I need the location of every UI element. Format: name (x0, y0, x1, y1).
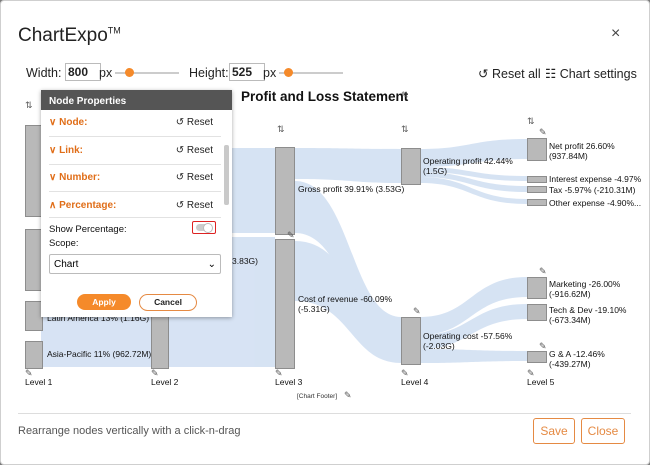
label-cost-of-revenue: Cost of revenue -60.09% (-5.31G) (298, 294, 393, 314)
panel-row-percentage[interactable]: ∧ Percentage: ↺ Reset (49, 198, 221, 216)
label-l2-partial: 3.83G) (232, 256, 258, 266)
panel-title: Node Properties (41, 90, 232, 110)
label-tax: Tax -5.97% (-210.31M) (549, 185, 636, 195)
reset-button[interactable]: ↺ Reset (176, 117, 213, 128)
chevron-down-icon: ⌄ (207, 259, 216, 270)
hint-text: Rearrange nodes vertically with a click-… (18, 425, 241, 437)
divider (49, 191, 221, 192)
scope-label: Scope: (49, 238, 79, 249)
scope-select[interactable]: Chart ⌄ (49, 254, 221, 274)
label-operating-profit: Operating profit 42.44% (1.5G) (423, 156, 513, 176)
sort-icon[interactable]: ⇅ (25, 101, 34, 110)
node-cost-of-revenue[interactable] (275, 239, 295, 369)
node-marketing[interactable] (527, 277, 547, 299)
cancel-button[interactable]: Cancel (139, 294, 197, 311)
reset-button[interactable]: ↺ Reset (176, 172, 213, 183)
node-tax[interactable] (527, 186, 547, 193)
panel-row-node[interactable]: ∨ Node: ↺ Reset (49, 115, 221, 133)
node-operating-profit[interactable] (401, 148, 421, 185)
edit-pencil-icon[interactable]: ✎ (539, 342, 548, 351)
reset-button[interactable]: ↺ Reset (176, 145, 213, 156)
edit-pencil-icon[interactable]: ✎ (287, 231, 296, 240)
edit-pencil-icon[interactable]: ✎ (539, 128, 548, 137)
node-gross-profit[interactable] (275, 147, 295, 235)
edit-pencil-icon[interactable]: ✎ (275, 369, 284, 378)
reset-button[interactable]: ↺ Reset (176, 200, 213, 211)
sort-icon[interactable]: ⇅ (277, 125, 286, 134)
footer-divider (18, 413, 631, 414)
node-other-expense[interactable] (527, 199, 547, 206)
level-label: Level 2 (151, 377, 179, 387)
chart-title: Profit and Loss Statement (241, 89, 409, 104)
node-net-profit[interactable] (527, 138, 547, 161)
panel-row-label: ∧ Percentage: (49, 200, 117, 211)
label-marketing: Marketing -26.00% (-916.62M) (549, 279, 621, 299)
label-ga: G & A -12.46% (-439.27M) (549, 349, 605, 369)
level-label: Level 4 (401, 377, 429, 387)
panel-row-label: ∨ Number: (49, 172, 101, 183)
apply-button[interactable]: Apply (77, 294, 131, 310)
chevron-down-icon: ∨ (49, 145, 57, 156)
reset-icon: ↺ (175, 117, 185, 128)
chart-dialog: ChartExpoTM × Width: 800 px Height: 525 … (0, 0, 650, 465)
panel-row-number[interactable]: ∨ Number: ↺ Reset (49, 170, 221, 188)
link-gross-opprofit (295, 148, 401, 183)
chart-footer: [Chart Footer] (297, 393, 338, 400)
edit-pencil-icon[interactable]: ✎ (527, 369, 536, 378)
level-label: Level 3 (275, 377, 303, 387)
chevron-up-icon: ∧ (49, 200, 57, 211)
label-operating-cost: Operating cost -57.56% (-2.03G) (423, 331, 513, 351)
reset-icon: ↺ (175, 145, 185, 156)
reset-icon: ↺ (175, 172, 185, 183)
label-asia-pacific: Asia-Pacific 11% (962.72M) (47, 349, 152, 359)
sort-icon[interactable]: ⇅ (401, 125, 410, 134)
node-l1-asia[interactable] (25, 341, 43, 369)
edit-title-pencil-icon[interactable]: ✎ (401, 91, 410, 100)
divider (49, 136, 221, 137)
edit-pencil-icon[interactable]: ✎ (413, 307, 422, 316)
divider (49, 217, 221, 218)
edit-footer-pencil-icon[interactable]: ✎ (344, 391, 353, 400)
show-percentage-toggle[interactable] (192, 221, 216, 234)
node-operating-cost[interactable] (401, 317, 421, 365)
label-gross-profit: Gross profit 39.91% (3.53G) (298, 184, 405, 194)
link-opcost-ga (420, 349, 527, 363)
divider (49, 164, 221, 165)
label-tech-dev: Tech & Dev -19.10% (-673.34M) (549, 305, 627, 325)
panel-row-link[interactable]: ∨ Link: ↺ Reset (49, 143, 221, 161)
edit-pencil-icon[interactable]: ✎ (401, 369, 410, 378)
sort-icon[interactable]: ⇅ (527, 117, 536, 126)
close-button[interactable]: Close (581, 418, 625, 444)
node-tech-dev[interactable] (527, 304, 547, 321)
panel-row-label: ∨ Link: (49, 145, 83, 156)
node-ga[interactable] (527, 351, 547, 363)
chevron-down-icon: ∨ (49, 172, 57, 183)
edit-pencil-icon[interactable]: ✎ (151, 369, 160, 378)
edit-pencil-icon[interactable]: ✎ (539, 267, 548, 276)
chevron-down-icon: ∨ (49, 117, 57, 128)
scope-value: Chart (54, 259, 79, 270)
panel-scrollbar[interactable] (224, 145, 229, 205)
label-other-expense: Other expense -4.90%... (549, 198, 642, 208)
label-net-profit: Net profit 26.60% (937.84M) (549, 141, 615, 161)
reset-icon: ↺ (175, 200, 185, 211)
show-percentage-label: Show Percentage: (49, 224, 127, 235)
level-label: Level 1 (25, 377, 53, 387)
label-interest-expense: Interest expense -4.97% (549, 174, 642, 184)
node-interest-expense[interactable] (527, 176, 547, 183)
save-button[interactable]: Save (533, 418, 575, 444)
level-label: Level 5 (527, 377, 555, 387)
panel-row-label: ∨ Node: (49, 117, 88, 128)
edit-pencil-icon[interactable]: ✎ (25, 369, 34, 378)
